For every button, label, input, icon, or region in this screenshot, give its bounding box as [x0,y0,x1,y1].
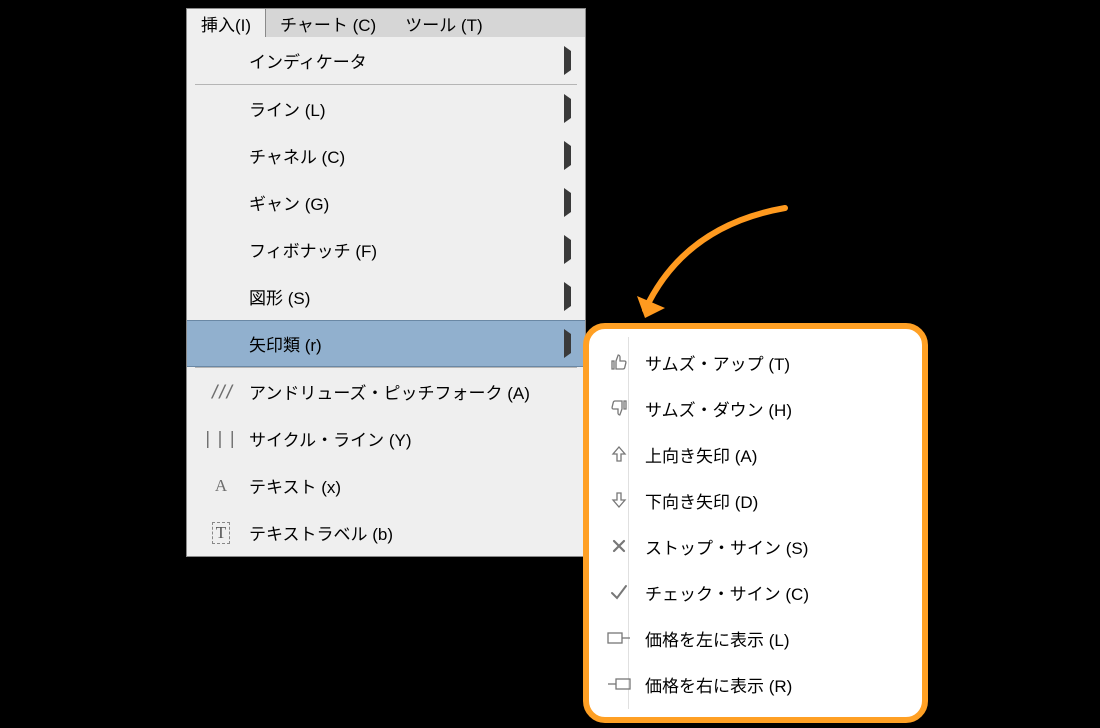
submenu-item-price-left[interactable]: 価格を左に表示 (L) [599,615,908,661]
insert-dropdown: インディケータ ライン (L) チャネル (C) ギャン (G) フィボナッチ … [186,37,586,557]
menu-item-arrows[interactable]: 矢印類 (r) [187,320,585,367]
pitchfork-icon: /// [207,382,235,402]
submenu-item-label: 上向き矢印 (A) [645,442,757,467]
menu-tab-chart[interactable]: チャート (C) [266,9,391,37]
submenu-item-check-sign[interactable]: チェック・サイン (C) [599,569,908,615]
menu-item-cycle-lines[interactable]: ||| サイクル・ライン (Y) [187,415,585,462]
text-icon: A [207,476,235,496]
menu-item-line[interactable]: ライン (L) [187,85,585,132]
tab-label: チャート (C) [280,11,376,36]
menu-item-label: テキストラベル (b) [249,520,393,545]
submenu-item-stop-sign[interactable]: ストップ・サイン (S) [599,523,908,569]
submenu-caret-icon [564,334,571,354]
price-right-icon [603,677,635,691]
menu-item-label: フィボナッチ (F) [249,237,377,262]
menu-tab-insert[interactable]: 挿入(I) [187,9,266,37]
menu-item-label: ギャン (G) [249,190,329,215]
menu-item-label: 矢印類 (r) [249,331,322,356]
menu-item-label: 図形 (S) [249,284,310,309]
submenu-caret-icon [564,51,571,71]
menu-item-label: インディケータ [249,48,367,73]
submenu-item-label: チェック・サイン (C) [645,580,809,605]
menu-bar: 挿入(I) チャート (C) ツール (T) [186,8,586,38]
text-label-icon: T [207,522,235,544]
submenu-caret-icon [564,146,571,166]
submenu-item-label: サムズ・アップ (T) [645,350,790,375]
menu-item-text-label[interactable]: T テキストラベル (b) [187,509,585,556]
callout-arrow-icon [625,200,795,330]
menu-item-text[interactable]: A テキスト (x) [187,462,585,509]
submenu-item-label: サムズ・ダウン (H) [645,396,792,421]
stop-icon [603,537,635,555]
arrow-up-icon [603,444,635,464]
menu-item-shapes[interactable]: 図形 (S) [187,273,585,320]
submenu-item-thumbs-down[interactable]: サムズ・ダウン (H) [599,385,908,431]
submenu-item-label: 価格を左に表示 (L) [645,626,790,651]
submenu-caret-icon [564,99,571,119]
thumbs-up-icon [603,352,635,372]
thumbs-down-icon [603,398,635,418]
tab-label: 挿入(I) [201,11,251,36]
menu-item-indicator[interactable]: インディケータ [187,37,585,84]
submenu-item-thumbs-up[interactable]: サムズ・アップ (T) [599,339,908,385]
arrow-down-icon [603,490,635,510]
submenu-caret-icon [564,193,571,213]
submenu-item-label: ストップ・サイン (S) [645,534,808,559]
submenu-item-arrow-down[interactable]: 下向き矢印 (D) [599,477,908,523]
menu-item-label: サイクル・ライン (Y) [249,426,412,451]
menu-item-label: チャネル (C) [249,143,345,168]
menu-item-channel[interactable]: チャネル (C) [187,132,585,179]
price-left-icon [603,631,635,645]
arrows-submenu: サムズ・アップ (T) サムズ・ダウン (H) 上向き矢印 (A) 下向き矢印 … [583,323,928,723]
tab-label: ツール (T) [405,11,482,36]
menu-item-pitchfork[interactable]: /// アンドリューズ・ピッチフォーク (A) [187,368,585,415]
menu-item-label: ライン (L) [249,96,326,121]
submenu-item-price-right[interactable]: 価格を右に表示 (R) [599,661,908,707]
cycle-lines-icon: ||| [207,429,235,449]
submenu-caret-icon [564,287,571,307]
check-icon [603,582,635,602]
submenu-item-label: 価格を右に表示 (R) [645,672,792,697]
menu-item-fibonacci[interactable]: フィボナッチ (F) [187,226,585,273]
submenu-caret-icon [564,240,571,260]
menu-item-label: アンドリューズ・ピッチフォーク (A) [249,379,530,404]
submenu-item-label: 下向き矢印 (D) [645,488,758,513]
submenu-item-arrow-up[interactable]: 上向き矢印 (A) [599,431,908,477]
menu-tab-tools[interactable]: ツール (T) [391,9,497,37]
menu-item-label: テキスト (x) [249,473,341,498]
menu-item-gann[interactable]: ギャン (G) [187,179,585,226]
